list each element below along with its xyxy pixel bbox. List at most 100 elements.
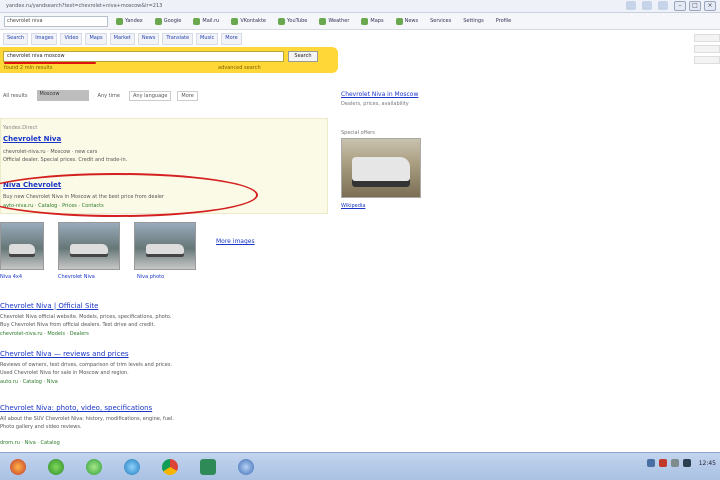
side-panel-item[interactable] [694,34,720,42]
filter-language[interactable]: Any language [128,90,172,101]
bookmark-item[interactable]: VKontakte [227,16,270,27]
result-snippet: All about the SUV Chevrolet Niva: histor… [0,416,174,422]
image-caption[interactable]: Niva photo [137,274,164,280]
image-thumbnail[interactable] [0,222,44,270]
result-url[interactable]: chevrolet-niva.ru · Models · Dealers [0,331,89,337]
bookmark-item[interactable]: Weather [315,16,353,27]
bookmark-item[interactable]: Mail.ru [189,16,223,27]
filter-period[interactable]: Any time [95,92,123,100]
more-images-link[interactable]: More images [216,238,255,245]
right-column-caption[interactable]: Wikipedia [341,203,365,209]
right-column-title[interactable]: Chevrolet Niva in Moscow [341,91,418,98]
right-column-photo[interactable] [341,138,421,198]
result-url[interactable]: drom.ru · Niva · Catalog [0,440,60,446]
tab-video[interactable]: Video [60,33,83,45]
right-column-text: Special offers [341,130,375,136]
result-snippet: Reviews of owners, test drives, comparis… [0,362,173,368]
bookmark-icon [395,17,403,25]
result-url[interactable]: auto.ru · Catalog · Niva [0,379,58,385]
car-image [8,243,36,258]
tab-images[interactable]: Images [31,33,58,45]
bookmarks-bar: chevrolet niva Yandex Google Mail.ru VKo… [0,13,720,30]
taskbar: 12:45 [0,452,720,480]
red-underline-annotation [4,62,96,64]
home-icon[interactable] [626,1,636,10]
tab-market[interactable]: Market [109,33,135,45]
bookmark-icon [154,17,162,25]
network-icon [238,458,254,475]
tab-translate[interactable]: Translate [162,33,194,45]
system-tray: 12:45 [646,459,716,467]
bookmark-item[interactable]: Google [151,16,186,27]
side-panel-item[interactable] [694,45,720,53]
chrome-icon [86,458,102,475]
skype-app-button[interactable] [118,456,146,478]
tab-search[interactable]: Search [3,33,29,45]
tab-more[interactable]: More [221,33,242,45]
bookmark-item[interactable]: Yandex [112,16,147,27]
minimize-button[interactable]: – [674,1,686,11]
search-bar: chevrolet niva moscow Search found 2 mln… [0,47,338,73]
star-icon[interactable] [642,1,652,10]
filter-region[interactable]: Moscow [36,90,89,101]
volume-icon[interactable] [670,459,679,467]
side-panel [694,34,720,67]
car-image [145,243,185,258]
bookmark-item[interactable]: Maps [357,16,387,27]
image-caption[interactable]: Chevrolet Niva [58,274,95,280]
bookmark-item[interactable]: News [392,16,423,27]
browser-app-button[interactable] [156,456,184,478]
maximize-button[interactable]: □ [689,1,701,11]
result-title-2[interactable]: Chevrolet Niva — reviews and prices [0,350,129,358]
close-button[interactable]: × [704,1,716,11]
clock[interactable]: 12:45 [699,460,716,467]
ad-snippet: chevrolet-niva.ru · Moscow · new cars [3,149,98,155]
filter-all[interactable]: All results [0,92,31,100]
firefox-icon [10,458,26,475]
tab-music[interactable]: Music [196,33,219,45]
chrome-app-button[interactable] [80,456,108,478]
tab-news[interactable]: News [137,33,160,45]
bookmark-icon [193,17,201,25]
skype-icon [124,458,140,475]
search-input[interactable]: chevrolet niva moscow [3,51,284,62]
bookmark-item[interactable]: Services [426,16,455,27]
network-app-button[interactable] [232,456,260,478]
tray-icon[interactable] [658,459,667,467]
tray-icon[interactable] [646,459,655,467]
car-image [69,243,109,258]
search-button[interactable]: Search [288,51,318,62]
bookmark-icon [116,17,123,25]
right-column-text: Dealers, prices, availability [341,101,409,107]
bookmark-icon [231,17,239,25]
ie-app-button[interactable] [42,456,70,478]
bookmark-icon [278,17,285,25]
tab-maps[interactable]: Maps [85,33,107,45]
image-caption[interactable]: Niva 4x4 [0,274,22,280]
bookmark-item[interactable]: YouTube [274,16,311,27]
image-thumbnail[interactable] [58,222,120,270]
bookmark-icon [361,17,369,25]
result-title-3[interactable]: Chevrolet Niva: photo, video, specificat… [0,404,152,412]
car-image [352,157,410,187]
excel-icon [200,458,216,475]
image-thumbnails [0,222,196,270]
filter-row: All results Moscow Any time Any language… [0,90,198,101]
result-snippet: Photo gallery and video reviews. [0,424,82,430]
advanced-search-link[interactable]: advanced search [218,65,261,71]
window-controls: – □ × [626,1,716,11]
excel-app-button[interactable] [194,456,222,478]
address-bar[interactable]: yandex.ru/yandsearch?text=chevrolet+niva… [6,3,266,9]
result-title-1[interactable]: Chevrolet Niva | Official Site [0,302,98,310]
image-thumbnail[interactable] [134,222,196,270]
chrome-icon [162,458,178,475]
firefox-app-button[interactable] [4,456,32,478]
toolbar-search-input[interactable]: chevrolet niva [4,15,108,27]
tools-icon[interactable] [658,1,668,10]
bookmark-item[interactable]: Profile [492,16,516,27]
network-tray-icon[interactable] [682,459,691,467]
ad-link-first[interactable]: Chevrolet Niva [3,135,61,143]
side-panel-item[interactable] [694,56,720,64]
filter-more[interactable]: More [177,90,198,101]
bookmark-item[interactable]: Settings [459,16,488,27]
